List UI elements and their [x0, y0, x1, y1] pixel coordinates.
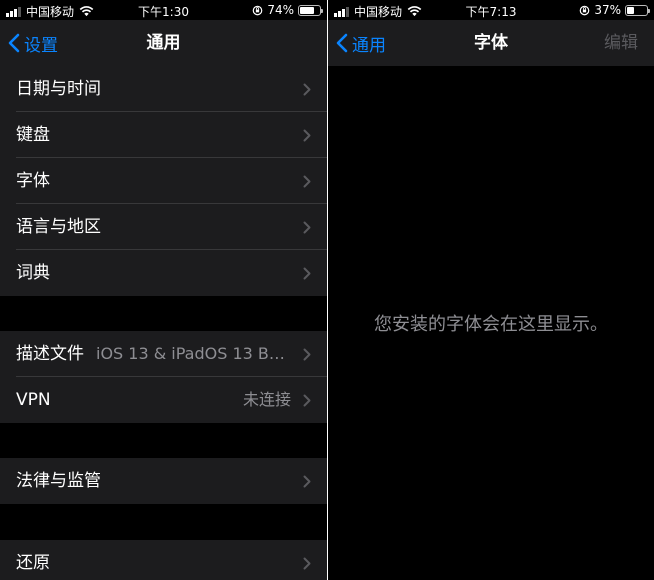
navigation-bar: 通用 字体 编辑: [328, 20, 654, 66]
battery-icon: [298, 4, 323, 16]
chevron-right-icon: [303, 129, 311, 142]
row-profile[interactable]: 描述文件 iOS 13 & iPadOS 13 Bet...: [0, 331, 327, 377]
row-reset[interactable]: 还原: [0, 540, 327, 580]
chevron-right-icon: [303, 175, 311, 188]
settings-list: 日期与时间 键盘 字体 语言与地区 词典 描述文件 iOS 13 & iPadO…: [0, 66, 327, 580]
row-label: 法律与监管: [16, 471, 101, 491]
battery-percent: 37%: [594, 3, 621, 17]
row-legal[interactable]: 法律与监管: [0, 458, 327, 504]
chevron-right-icon: [303, 475, 311, 488]
orientation-lock-icon: [580, 5, 590, 15]
chevron-right-icon: [303, 557, 311, 570]
navigation-bar: 设置 通用: [0, 20, 327, 66]
row-label: 语言与地区: [16, 217, 101, 237]
row-vpn[interactable]: VPN 未连接: [0, 377, 327, 423]
row-value: 未连接: [242, 390, 291, 409]
chevron-left-icon: [336, 33, 348, 53]
chevron-right-icon: [303, 394, 311, 407]
chevron-right-icon: [303, 221, 311, 234]
back-button[interactable]: 通用: [336, 20, 386, 66]
back-label: 设置: [24, 35, 58, 56]
row-label: 描述文件: [16, 344, 84, 364]
row-label: 日期与时间: [16, 79, 101, 99]
row-language-region[interactable]: 语言与地区: [0, 204, 327, 250]
row-fonts[interactable]: 字体: [0, 158, 327, 204]
fonts-list-area: 您安装的字体会在这里显示。: [328, 66, 654, 580]
row-date-time[interactable]: 日期与时间: [0, 66, 327, 112]
battery-percent: 74%: [267, 3, 294, 17]
row-label: 键盘: [16, 125, 50, 145]
chevron-right-icon: [303, 348, 311, 361]
row-value: iOS 13 & iPadOS 13 Bet...: [96, 344, 291, 363]
row-label: VPN: [16, 390, 51, 410]
chevron-left-icon: [8, 33, 20, 53]
edit-button[interactable]: 编辑: [604, 20, 638, 66]
row-label: 字体: [16, 171, 50, 191]
status-bar: 中国移动 下午1:30 74%: [0, 0, 327, 20]
fonts-screen: 中国移动 下午7:13 37% 通用 字体 编辑 您安装的字体会在这里显示。: [328, 0, 654, 580]
empty-state-message: 您安装的字体会在这里显示。: [374, 314, 608, 335]
row-label: 还原: [16, 553, 50, 573]
row-label: 词典: [16, 263, 50, 283]
back-button[interactable]: 设置: [8, 20, 58, 66]
chevron-right-icon: [303, 267, 311, 280]
orientation-lock-icon: [253, 5, 263, 15]
row-keyboard[interactable]: 键盘: [0, 112, 327, 158]
chevron-right-icon: [303, 83, 311, 96]
status-bar: 中国移动 下午7:13 37%: [328, 0, 654, 20]
general-settings-screen: 中国移动 下午1:30 74% 设置 通用 日期与时间 键盘 字体 语言与地区 …: [0, 0, 327, 580]
back-label: 通用: [352, 35, 386, 56]
battery-icon: [625, 4, 650, 16]
row-dictionary[interactable]: 词典: [0, 250, 327, 296]
